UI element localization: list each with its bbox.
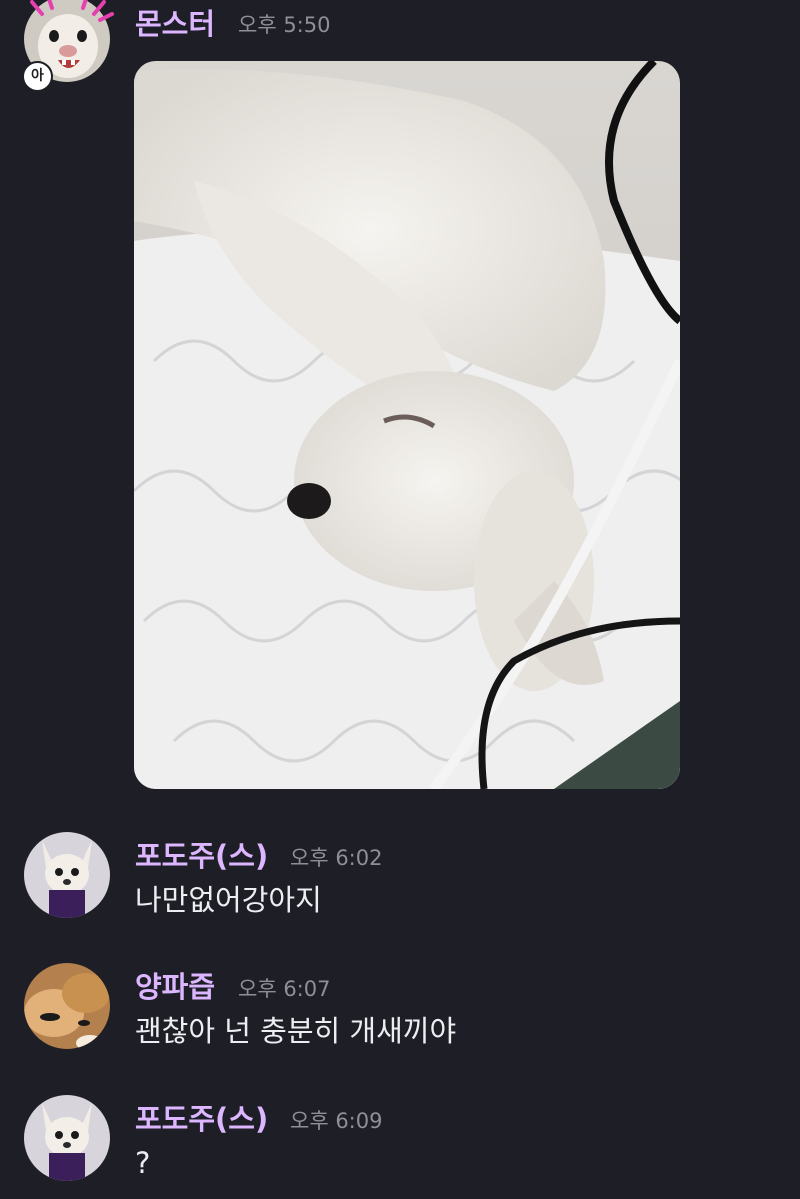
- timestamp: 오후 6:02: [290, 846, 383, 870]
- message-text: 나만없어강아지: [135, 883, 322, 917]
- image-attachment[interactable]: [134, 61, 680, 789]
- timestamp: 오후 6:09: [290, 1109, 383, 1133]
- message-text: 괜찮아 넌 충분히 개새끼야: [135, 1014, 457, 1048]
- username[interactable]: 양파즙: [135, 969, 215, 1005]
- message-text: ?: [135, 1146, 151, 1180]
- emoji-badge: 아: [22, 61, 53, 92]
- exclamation-burst-icon: [30, 0, 114, 22]
- username[interactable]: 포도주(스): [135, 838, 268, 874]
- timestamp: 오후 5:50: [238, 13, 331, 37]
- username[interactable]: 몬스터: [135, 6, 215, 42]
- username[interactable]: 포도주(스): [135, 1101, 268, 1137]
- avatar[interactable]: [24, 1095, 110, 1181]
- avatar[interactable]: [24, 963, 110, 1049]
- timestamp: 오후 6:07: [238, 977, 331, 1001]
- avatar[interactable]: [24, 832, 110, 918]
